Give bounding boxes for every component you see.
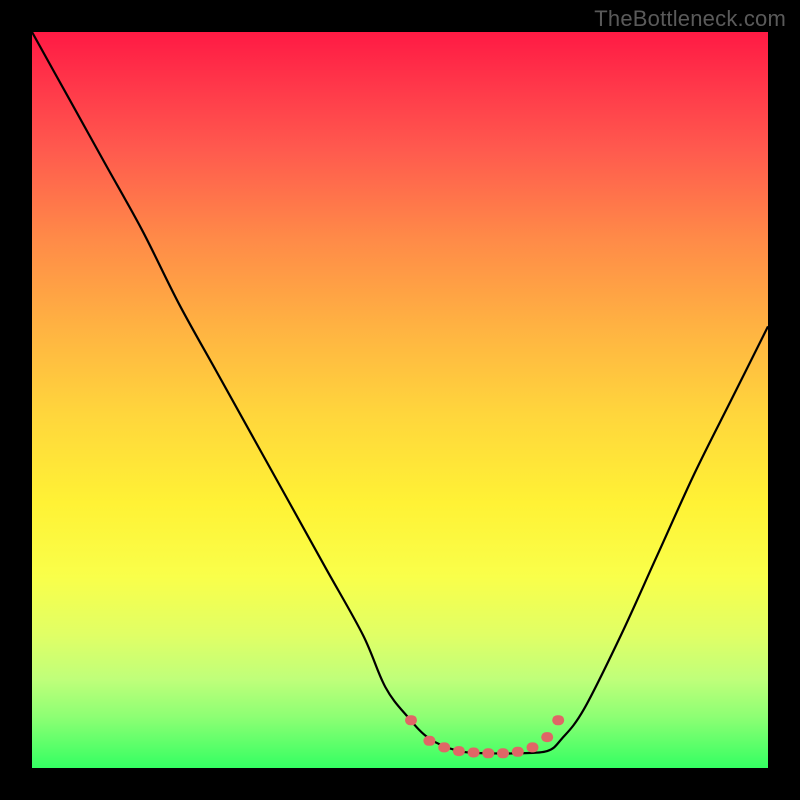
plot-area — [32, 32, 768, 768]
highlight-dot — [468, 748, 480, 758]
highlight-dot — [497, 748, 509, 758]
highlight-dot — [423, 736, 435, 746]
highlight-dot — [552, 715, 564, 725]
bottleneck-curve — [32, 32, 768, 754]
chart-frame: TheBottleneck.com — [0, 0, 800, 800]
highlight-dot — [453, 746, 465, 756]
highlight-dot — [405, 715, 417, 725]
watermark-text: TheBottleneck.com — [594, 6, 786, 32]
curve-layer — [32, 32, 768, 768]
highlight-dot — [541, 732, 553, 742]
highlight-dot — [438, 742, 450, 752]
highlight-dot — [527, 742, 539, 752]
highlight-dot — [482, 748, 494, 758]
highlight-dot — [512, 747, 524, 757]
